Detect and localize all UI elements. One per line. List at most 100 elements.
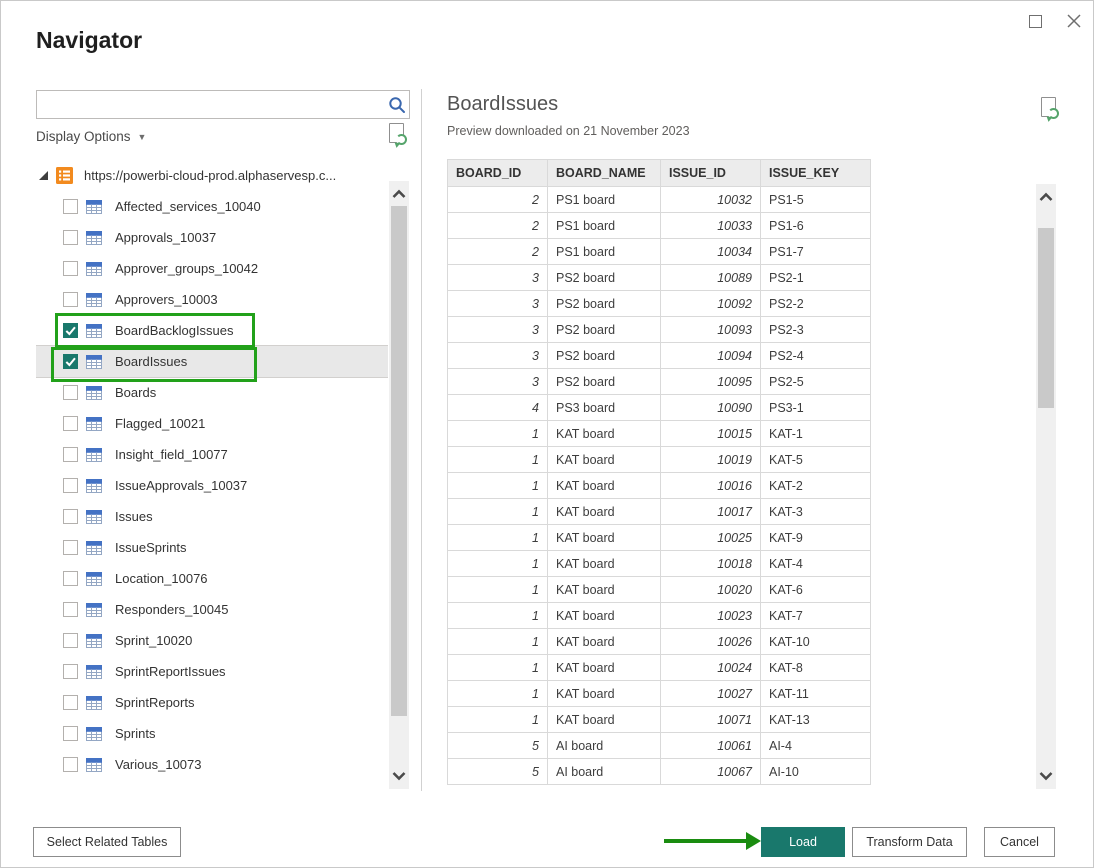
cell-BOARD_ID: 2 [448,187,548,213]
table-row: 1KAT board10018KAT-4 [448,551,871,577]
table-icon [86,324,102,338]
transform-data-button[interactable]: Transform Data [852,827,967,857]
table-row: 1KAT board10025KAT-9 [448,525,871,551]
cell-BOARD_ID: 5 [448,759,548,785]
search-input[interactable] [37,91,385,118]
checkbox[interactable] [63,323,78,338]
cell-ISSUE_ID: 10017 [661,499,761,525]
tree-items: Affected_services_10040 Approvals_10037 … [36,191,388,780]
checkbox[interactable] [63,261,78,276]
tree-item-Responders_10045[interactable]: Responders_10045 [36,594,388,625]
cell-BOARD_NAME: AI board [548,759,661,785]
cell-BOARD_NAME: KAT board [548,551,661,577]
cell-ISSUE_ID: 10034 [661,239,761,265]
preview-title: BoardIssues [447,93,558,116]
table-icon [86,665,102,679]
tree-item-SprintReports[interactable]: SprintReports [36,687,388,718]
cell-BOARD_ID: 1 [448,421,548,447]
cell-ISSUE_ID: 10015 [661,421,761,447]
tree-item-BoardIssues[interactable]: BoardIssues [36,346,388,377]
tree-item-Sprint_10020[interactable]: Sprint_10020 [36,625,388,656]
preview-scrollbar[interactable] [1036,184,1056,789]
cell-ISSUE_ID: 10019 [661,447,761,473]
preview-scrollbar-thumb[interactable] [1038,228,1054,408]
cell-ISSUE_ID: 10090 [661,395,761,421]
checkbox[interactable] [63,757,78,772]
scroll-up-icon[interactable] [1036,186,1056,208]
tree-item-Sprints[interactable]: Sprints [36,718,388,749]
left-scrollbar-thumb[interactable] [391,206,407,716]
tree-item-Approvals_10037[interactable]: Approvals_10037 [36,222,388,253]
tree-item-label: BoardBacklogIssues [115,323,234,338]
cell-ISSUE_KEY: PS2-5 [761,369,871,395]
checkbox[interactable] [63,292,78,307]
tree-expander-icon[interactable] [39,171,48,180]
checkbox[interactable] [63,416,78,431]
checkbox[interactable] [63,199,78,214]
table-row: 3PS2 board10093PS2-3 [448,317,871,343]
tree-root-source[interactable]: https://powerbi-cloud-prod.alphaservesp.… [36,159,388,191]
refresh-preview-button[interactable] [1039,97,1063,125]
cell-ISSUE_KEY: PS3-1 [761,395,871,421]
cell-BOARD_ID: 1 [448,447,548,473]
load-button[interactable]: Load [761,827,845,857]
table-icon [86,231,102,245]
checkbox[interactable] [63,385,78,400]
tree-item-Affected_services_10040[interactable]: Affected_services_10040 [36,191,388,222]
checkbox[interactable] [63,230,78,245]
close-button[interactable] [1062,9,1086,33]
checkbox[interactable] [63,478,78,493]
checkbox[interactable] [63,664,78,679]
table-icon [86,262,102,276]
checkbox[interactable] [63,726,78,741]
tree-item-Various_10073[interactable]: Various_10073 [36,749,388,780]
tree-item-Boards[interactable]: Boards [36,377,388,408]
cell-ISSUE_ID: 10089 [661,265,761,291]
tree-item-SprintReportIssues[interactable]: SprintReportIssues [36,656,388,687]
cell-ISSUE_ID: 10094 [661,343,761,369]
display-options-dropdown[interactable]: Display Options ▼ [36,129,146,144]
tree-item-Flagged_10021[interactable]: Flagged_10021 [36,408,388,439]
cell-BOARD_ID: 1 [448,655,548,681]
cell-BOARD_NAME: PS2 board [548,291,661,317]
tree-item-Approvers_10003[interactable]: Approvers_10003 [36,284,388,315]
scroll-down-icon[interactable] [389,765,409,787]
tree-item-IssueApprovals_10037[interactable]: IssueApprovals_10037 [36,470,388,501]
table-icon [86,572,102,586]
cell-BOARD_ID: 3 [448,369,548,395]
tree-item-IssueSprints[interactable]: IssueSprints [36,532,388,563]
tree-item-Issues[interactable]: Issues [36,501,388,532]
cell-BOARD_ID: 1 [448,473,548,499]
checkbox[interactable] [63,540,78,555]
select-related-tables-button[interactable]: Select Related Tables [33,827,181,857]
checkbox[interactable] [63,633,78,648]
left-scrollbar[interactable] [389,181,409,789]
cell-ISSUE_KEY: KAT-11 [761,681,871,707]
checkbox[interactable] [63,571,78,586]
tree-item-BoardBacklogIssues[interactable]: BoardBacklogIssues [36,315,388,346]
cell-ISSUE_ID: 10032 [661,187,761,213]
checkbox[interactable] [63,509,78,524]
checkbox[interactable] [63,447,78,462]
chevron-down-icon: ▼ [138,132,147,142]
cell-BOARD_NAME: KAT board [548,629,661,655]
cell-BOARD_NAME: PS2 board [548,317,661,343]
cell-ISSUE_KEY: PS2-3 [761,317,871,343]
checkbox[interactable] [63,695,78,710]
cell-BOARD_NAME: KAT board [548,447,661,473]
tree-item-label: Approvers_10003 [115,292,218,307]
checkbox[interactable] [63,602,78,617]
tree-item-Location_10076[interactable]: Location_10076 [36,563,388,594]
scroll-down-icon[interactable] [1036,765,1056,787]
table-row: 1KAT board10024KAT-8 [448,655,871,681]
cancel-button[interactable]: Cancel [984,827,1055,857]
maximize-button[interactable] [1023,9,1047,33]
tree-item-Approver_groups_10042[interactable]: Approver_groups_10042 [36,253,388,284]
scroll-up-icon[interactable] [389,183,409,205]
table-icon [86,758,102,772]
tree-item-label: Flagged_10021 [115,416,205,431]
tree-item-Insight_field_10077[interactable]: Insight_field_10077 [36,439,388,470]
checkbox[interactable] [63,354,78,369]
search-icon[interactable] [385,96,409,114]
refresh-source-button[interactable] [387,123,411,151]
